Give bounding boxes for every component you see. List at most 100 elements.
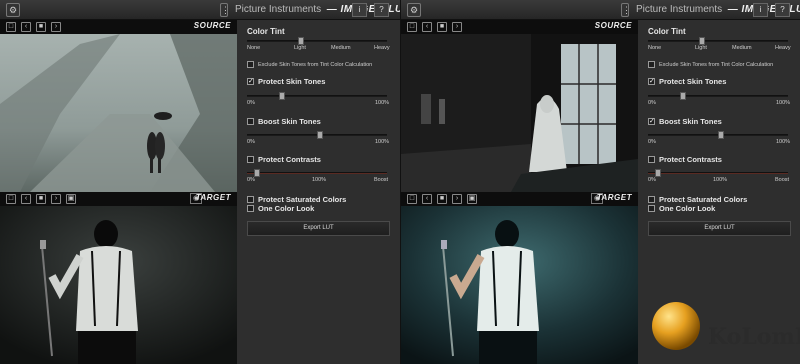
color-tint-title: Color Tint: [648, 27, 686, 36]
protect-contrasts-slider[interactable]: [648, 169, 788, 177]
next-icon[interactable]: ›: [452, 22, 462, 32]
protect-contrasts-slider[interactable]: [247, 169, 387, 177]
color-tint-slider[interactable]: [648, 37, 788, 45]
prev-icon[interactable]: ‹: [422, 194, 432, 204]
protect-skin-slider[interactable]: [247, 92, 387, 100]
boost-skin-label: Boost Skin Tones: [659, 117, 722, 126]
settings-icon[interactable]: ⚙: [407, 3, 421, 17]
protect-skin-slider[interactable]: [648, 92, 788, 100]
help-button[interactable]: ?: [775, 3, 790, 17]
target-image[interactable]: [0, 206, 237, 364]
exclude-skin-checkbox[interactable]: [648, 61, 655, 68]
info-button[interactable]: i: [352, 3, 367, 17]
prev-icon[interactable]: ‹: [422, 22, 432, 32]
slider-thumb[interactable]: [279, 92, 286, 100]
contrast-mid: 100%: [713, 177, 728, 183]
boost-skin-slider[interactable]: [247, 131, 387, 139]
protect-skin-checkbox[interactable]: ✓: [648, 78, 655, 85]
save-icon[interactable]: ▣: [467, 194, 477, 204]
tick-heavy: Heavy: [374, 45, 390, 51]
watermark-logo: KoLomPC: [652, 302, 800, 350]
frame-icon[interactable]: □: [407, 194, 417, 204]
tick-heavy: Heavy: [775, 45, 791, 51]
boost-skin-checkbox[interactable]: ✓: [648, 118, 655, 125]
folder-icon[interactable]: ■: [437, 194, 447, 204]
export-lut-button[interactable]: Export LUT: [648, 221, 791, 236]
slider-thumb[interactable]: [654, 169, 661, 177]
settings-icon[interactable]: ⚙: [6, 3, 20, 17]
tick-none: None: [247, 45, 261, 51]
boost-skin-label: Boost Skin Tones: [258, 117, 321, 126]
contrast-min: 0%: [247, 177, 255, 183]
frame-icon[interactable]: □: [6, 194, 16, 204]
protect-skin-min: 0%: [648, 100, 656, 106]
export-lut-button[interactable]: Export LUT: [247, 221, 390, 236]
contrast-min: 0%: [648, 177, 656, 183]
next-icon[interactable]: ›: [51, 194, 61, 204]
target-label: TARGET: [596, 193, 632, 202]
target-label: TARGET: [195, 193, 231, 202]
controls-panel: Color Tint None Light Medium Heavy Exclu…: [237, 20, 400, 364]
protect-skin-max: 100%: [776, 100, 791, 106]
boost-skin-max: 100%: [776, 139, 791, 145]
boost-skin-slider[interactable]: [648, 131, 788, 139]
contrast-max: Boost: [775, 177, 790, 183]
target-image[interactable]: [401, 206, 638, 364]
singer-photo: [0, 206, 237, 364]
source-label: SOURCE: [594, 21, 632, 30]
protect-contrasts-checkbox[interactable]: [247, 156, 254, 163]
slider-thumb[interactable]: [680, 92, 687, 100]
next-icon[interactable]: ›: [51, 22, 61, 32]
tick-light: Light: [294, 45, 306, 51]
app-window-right: ⚙ ⋮ Picture Instruments — IMAGE 2 LUT i …: [400, 0, 800, 364]
protect-saturated-label: Protect Saturated Colors: [258, 195, 347, 204]
next-icon[interactable]: ›: [452, 194, 462, 204]
target-toolbar: □ ‹ ■ › ▣ ◉ TARGET: [0, 192, 237, 206]
tick-light: Light: [695, 45, 707, 51]
slider-thumb[interactable]: [717, 131, 724, 139]
protect-saturated-checkbox[interactable]: [648, 196, 655, 203]
protect-contrasts-label: Protect Contrasts: [258, 155, 321, 164]
one-color-checkbox[interactable]: [247, 205, 254, 212]
source-image[interactable]: [401, 34, 638, 192]
protect-saturated-checkbox[interactable]: [247, 196, 254, 203]
source-toolbar: □ ‹ ■ › SOURCE: [0, 20, 237, 34]
color-tint-slider[interactable]: [247, 37, 387, 45]
watermark-text: KoLomPC: [708, 324, 800, 350]
source-image[interactable]: [0, 34, 237, 192]
one-color-label: One Color Look: [659, 204, 716, 213]
title-bar: ⚙ ⋮ Picture Instruments — IMAGE 2 LUT i …: [0, 0, 400, 20]
slider-thumb[interactable]: [253, 169, 260, 177]
save-icon[interactable]: ▣: [66, 194, 76, 204]
frame-icon[interactable]: □: [407, 22, 417, 32]
tick-medium: Medium: [331, 45, 351, 51]
target-toolbar: □ ‹ ■ › ▣ ◉ TARGET: [401, 192, 638, 206]
protect-contrasts-checkbox[interactable]: [648, 156, 655, 163]
singer-teal-photo: [401, 206, 638, 364]
exclude-skin-label: Exclude Skin Tones from Tint Color Calcu…: [659, 62, 774, 68]
contrast-max: Boost: [374, 177, 389, 183]
slider-thumb[interactable]: [698, 37, 705, 45]
prev-icon[interactable]: ‹: [21, 194, 31, 204]
help-button[interactable]: ?: [374, 3, 389, 17]
folder-icon[interactable]: ■: [36, 194, 46, 204]
source-toolbar: □ ‹ ■ › SOURCE: [401, 20, 638, 34]
one-color-checkbox[interactable]: [648, 205, 655, 212]
menu-icon[interactable]: ⋮: [220, 3, 230, 17]
info-button[interactable]: i: [753, 3, 768, 17]
boost-skin-min: 0%: [648, 139, 656, 145]
frame-icon[interactable]: □: [6, 22, 16, 32]
folder-icon[interactable]: ■: [437, 22, 447, 32]
slider-thumb[interactable]: [316, 131, 323, 139]
slider-thumb[interactable]: [297, 37, 304, 45]
boost-skin-checkbox[interactable]: [247, 118, 254, 125]
source-label: SOURCE: [193, 21, 231, 30]
app-window-left: ⚙ ⋮ Picture Instruments — IMAGE 2 LUT i …: [0, 0, 400, 364]
folder-icon[interactable]: ■: [36, 22, 46, 32]
protect-skin-min: 0%: [247, 100, 255, 106]
menu-icon[interactable]: ⋮: [621, 3, 631, 17]
protect-skin-checkbox[interactable]: ✓: [247, 78, 254, 85]
protect-skin-max: 100%: [375, 100, 390, 106]
exclude-skin-checkbox[interactable]: [247, 61, 254, 68]
prev-icon[interactable]: ‹: [21, 22, 31, 32]
